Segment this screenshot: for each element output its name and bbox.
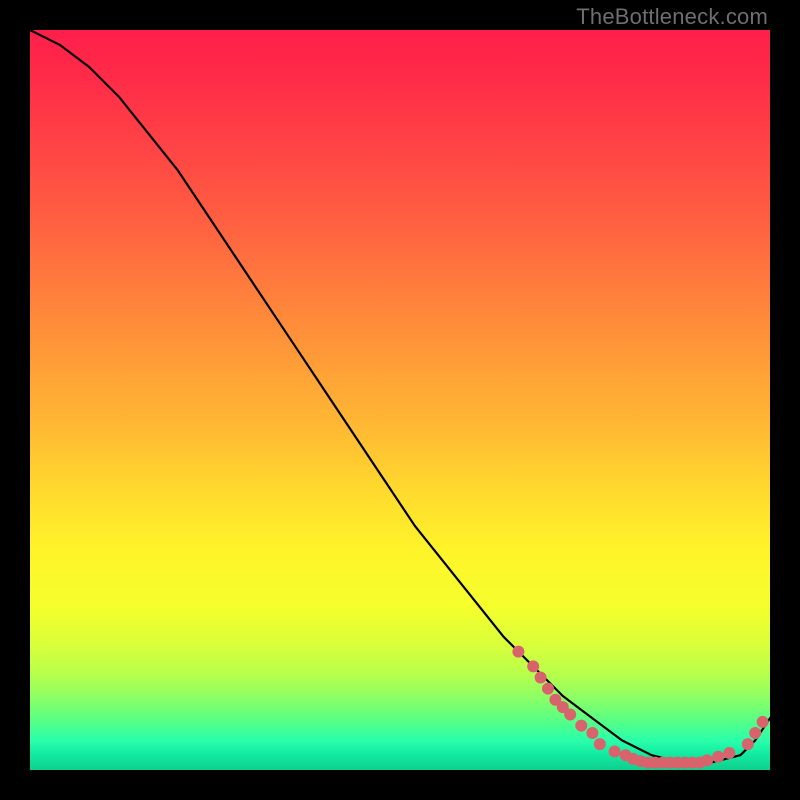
highlight-dot [712, 751, 724, 763]
highlight-dot [527, 660, 539, 672]
highlight-dot [586, 727, 598, 739]
bottleneck-curve [30, 30, 770, 763]
highlight-dot [575, 720, 587, 732]
highlight-dot [542, 683, 554, 695]
highlight-dot [609, 746, 621, 758]
highlight-dot [594, 738, 606, 750]
chart-frame: TheBottleneck.com [0, 0, 800, 800]
plot-area [30, 30, 770, 770]
watermark-text: TheBottleneck.com [576, 4, 768, 30]
highlight-dot [512, 646, 524, 658]
highlight-dot [564, 709, 576, 721]
highlight-dot [535, 672, 547, 684]
highlight-dot [723, 747, 735, 759]
highlight-dot [742, 738, 754, 750]
highlight-dot [757, 716, 769, 728]
highlight-dot [701, 754, 713, 766]
highlight-dot [749, 727, 761, 739]
chart-svg [30, 30, 770, 770]
